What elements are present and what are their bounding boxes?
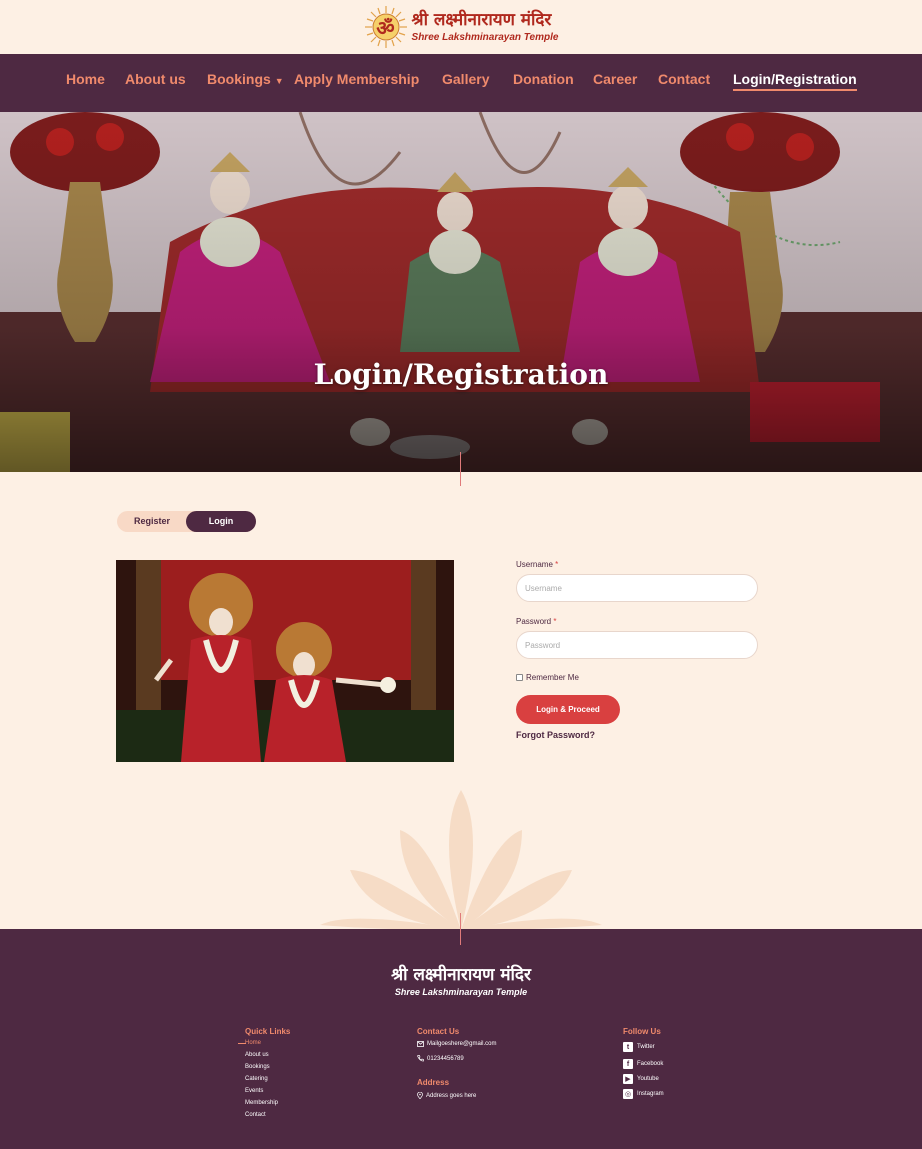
main-nav: Home About us Bookings ▼ Apply Membership… [0,54,922,112]
social-twitter[interactable]: t Twitter [623,1042,655,1052]
nav-home[interactable]: Home [66,71,105,87]
footer-link-home[interactable]: Home [245,1040,261,1046]
social-instagram[interactable]: ◎ Instagram [623,1089,664,1099]
social-facebook[interactable]: f Facebook [623,1059,663,1069]
nav-login-registration[interactable]: Login/Registration [733,71,857,91]
contact-address-text: Address goes here [426,1092,477,1099]
header-logo-bar: ॐ श्री लक्ष्मीनारायण मंदिर Shree Lakshmi… [0,0,922,54]
brand-name-english: Shree Lakshminarayan Temple [411,31,559,43]
remember-me-label: Remember Me [526,673,579,682]
footer-brand-english: Shree Lakshminarayan Temple [394,987,528,997]
username-input[interactable] [516,574,758,602]
twitter-icon: t [623,1042,633,1052]
footer-link-events[interactable]: Events [245,1088,263,1094]
footer-logo[interactable]: श्री लक्ष्मीनारायण मंदिर Shree Lakshmina… [0,962,922,997]
contact-heading: Contact Us [417,1027,460,1036]
nav-gallery[interactable]: Gallery [442,71,489,87]
footer-link-catering[interactable]: Catering [245,1076,268,1082]
contact-email[interactable]: Mailgoeshere@gmail.com [417,1041,496,1047]
social-youtube-label: Youtube [637,1076,659,1082]
username-label-text: Username [516,560,553,569]
om-symbol: ॐ [376,15,395,40]
auth-tab-toggle: Register Login [117,511,256,532]
nav-bookings[interactable]: Bookings ▼ [207,71,284,87]
tab-register[interactable]: Register [117,511,187,532]
footer-link-about-us[interactable]: About us [245,1052,269,1058]
nav-apply-membership[interactable]: Apply Membership [294,71,419,87]
hero-banner: Login/Registration [0,112,922,472]
nav-bookings-label: Bookings [207,71,271,87]
site-logo[interactable]: ॐ श्री लक्ष्मीनारायण मंदिर Shree Lakshmi… [364,5,559,49]
social-facebook-label: Facebook [637,1061,664,1067]
social-youtube[interactable]: ▶ Youtube [623,1074,659,1084]
footer-link-contact[interactable]: Contact [245,1112,266,1118]
nav-contact[interactable]: Contact [658,71,710,87]
page-title: Login/Registration [313,358,609,391]
radha-krishna-photo [116,560,454,762]
remember-me[interactable]: Remember Me [516,673,579,682]
footer-link-bookings[interactable]: Bookings [245,1064,270,1070]
footer-brand-hindi: श्री लक्ष्मीनारायण मंदिर [391,965,531,985]
chevron-down-icon: ▼ [274,76,284,86]
contact-phone-text: 01234456789 [427,1055,464,1062]
hero-divider-line [460,452,461,486]
username-label: Username * [516,560,558,569]
tab-login[interactable]: Login [186,511,256,532]
quick-links-heading: Quick Links [245,1027,291,1036]
location-pin-icon [417,1092,423,1099]
lotus-decoration [320,790,602,930]
address-heading: Address [417,1078,450,1087]
footer-divider-line [460,913,461,945]
mail-icon [417,1041,424,1047]
social-twitter-label: Twitter [637,1044,655,1050]
temple-deities-image [0,112,922,472]
login-proceed-button[interactable]: Login & Proceed [516,695,620,724]
facebook-icon: f [623,1059,633,1069]
social-instagram-label: Instagram [637,1091,664,1097]
forgot-password-link[interactable]: Forgot Password? [516,730,595,740]
brand-name-hindi: श्री लक्ष्मीनारायण मंदिर [411,9,552,30]
nav-career[interactable]: Career [593,71,637,87]
nav-donation[interactable]: Donation [513,71,574,87]
radha-krishna-image [116,560,454,762]
follow-heading: Follow Us [623,1027,661,1036]
youtube-icon: ▶ [623,1074,633,1084]
contact-phone[interactable]: 01234456789 [417,1055,464,1062]
required-mark: * [553,617,557,626]
instagram-icon: ◎ [623,1089,633,1099]
om-sun-icon: ॐ [364,5,408,49]
required-mark: * [555,560,559,569]
footer-link-membership[interactable]: Membership [245,1100,278,1106]
password-label-text: Password [516,617,552,626]
contact-address: Address goes here [417,1092,476,1099]
password-label: Password * [516,617,556,626]
nav-about-us[interactable]: About us [125,71,186,87]
phone-icon [417,1055,424,1062]
remember-me-checkbox[interactable] [516,674,523,681]
password-input[interactable] [516,631,758,659]
contact-email-text: Mailgoeshere@gmail.com [427,1041,497,1047]
